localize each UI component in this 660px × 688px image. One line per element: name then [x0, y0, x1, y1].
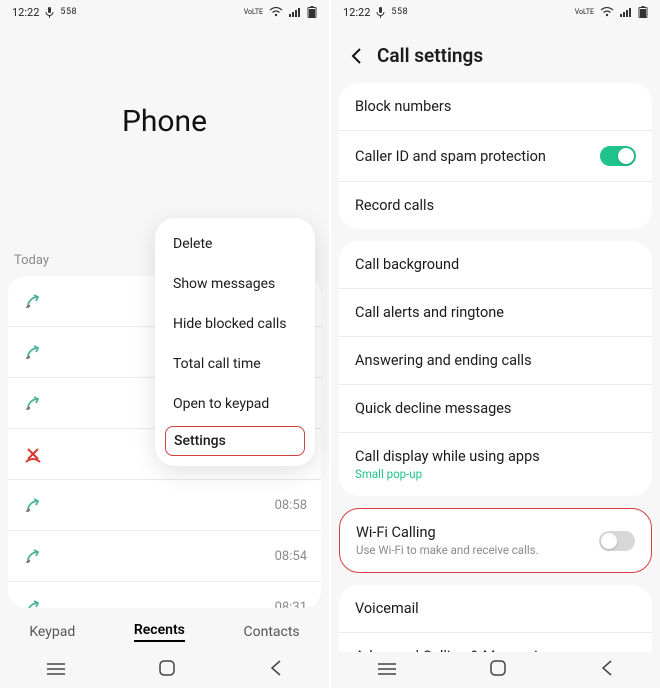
settings-row-label: Record calls	[355, 197, 434, 214]
overflow-menu: DeleteShow messagesHide blocked callsTot…	[155, 218, 315, 466]
menu-item-show-messages[interactable]: Show messages	[155, 264, 315, 304]
toggle-switch[interactable]	[599, 531, 635, 551]
outgoing-call-icon	[22, 290, 44, 312]
tab-keypad[interactable]: Keypad	[29, 624, 75, 640]
back-icon[interactable]	[345, 45, 367, 67]
status-bar: 12:22 558 VoLTE	[331, 0, 660, 24]
settings-row-label: Call alerts and ringtone	[355, 304, 504, 321]
settings-row-wi-fi-calling[interactable]: Wi-Fi Calling Use Wi-Fi to make and recei…	[340, 509, 651, 572]
call-row[interactable]: 08:54	[8, 531, 321, 582]
menu-item-hide-blocked-calls[interactable]: Hide blocked calls	[155, 304, 315, 344]
outgoing-call-icon	[22, 392, 44, 414]
nav-home-icon[interactable]	[490, 660, 506, 680]
phone-app-screen: 12:22 558 VoLTE Phone Today 09:07 08:58 …	[0, 0, 329, 688]
status-time: 12:22	[12, 6, 39, 19]
settings-row-sublabel: Small pop-up	[355, 467, 540, 481]
settings-row-call-display-while-using-apps[interactable]: Call display while using apps Small pop-u…	[339, 433, 652, 496]
settings-title: Call settings	[377, 44, 483, 67]
status-carrier: 558	[391, 7, 408, 17]
settings-row-label: Block numbers	[355, 98, 451, 115]
call-row[interactable]: 08:31	[8, 582, 321, 608]
signal-icon	[620, 7, 632, 17]
settings-group: Block numbers Caller ID and spam protecti…	[339, 83, 652, 229]
settings-row-quick-decline-messages[interactable]: Quick decline messages	[339, 385, 652, 433]
outgoing-call-icon	[22, 341, 44, 363]
outgoing-call-icon	[22, 494, 44, 516]
settings-row-label: Answering and ending calls	[355, 352, 532, 369]
settings-row-record-calls[interactable]: Record calls	[339, 182, 652, 229]
settings-group: Voicemail Advanced Calling & Messaging	[339, 585, 652, 652]
settings-header: Call settings	[331, 24, 660, 83]
tab-recents[interactable]: Recents	[134, 622, 185, 642]
call-time: 08:58	[275, 498, 307, 513]
settings-group: Wi-Fi Calling Use Wi-Fi to make and recei…	[339, 508, 652, 573]
mic-icon	[376, 7, 385, 18]
wifi-icon	[269, 7, 283, 17]
menu-item-total-call-time[interactable]: Total call time	[155, 344, 315, 384]
nav-home-icon[interactable]	[159, 660, 175, 680]
missed-call-icon	[22, 443, 44, 465]
settings-row-answering-and-ending-calls[interactable]: Answering and ending calls	[339, 337, 652, 385]
call-settings-screen: 12:22 558 VoLTE Call settings Block numb…	[331, 0, 660, 688]
volte-label: VoLTE	[575, 9, 594, 16]
android-nav-bar	[0, 652, 329, 688]
settings-row-label: Call display while using apps	[355, 448, 540, 465]
toggle-switch[interactable]	[600, 146, 636, 166]
settings-list[interactable]: Block numbers Caller ID and spam protecti…	[331, 83, 660, 652]
battery-icon	[638, 6, 648, 18]
volte-label: VoLTE	[244, 9, 263, 16]
menu-item-settings[interactable]: Settings	[165, 426, 305, 456]
signal-icon	[289, 7, 301, 17]
settings-group: Call background Call alerts and ringtone A…	[339, 241, 652, 496]
wifi-icon	[600, 7, 614, 17]
settings-row-sublabel: Use Wi-Fi to make and receive calls.	[356, 543, 539, 557]
settings-row-label: Wi-Fi Calling	[356, 524, 539, 541]
settings-row-label: Voicemail	[355, 600, 419, 617]
mic-icon	[45, 7, 54, 18]
outgoing-call-icon	[22, 545, 44, 567]
menu-item-open-to-keypad[interactable]: Open to keypad	[155, 384, 315, 424]
settings-row-block-numbers[interactable]: Block numbers	[339, 83, 652, 131]
settings-row-label: Quick decline messages	[355, 400, 511, 417]
battery-icon	[307, 6, 317, 18]
status-time: 12:22	[343, 6, 370, 19]
settings-row-call-alerts-and-ringtone[interactable]: Call alerts and ringtone	[339, 289, 652, 337]
settings-row-advanced-calling-messaging[interactable]: Advanced Calling & Messaging	[339, 633, 652, 652]
tab-contacts[interactable]: Contacts	[243, 624, 299, 640]
outgoing-call-icon	[22, 596, 44, 608]
call-row[interactable]: 08:58	[8, 480, 321, 531]
settings-row-call-background[interactable]: Call background	[339, 241, 652, 289]
call-time: 08:54	[275, 549, 307, 564]
settings-row-voicemail[interactable]: Voicemail	[339, 585, 652, 633]
settings-row-label: Caller ID and spam protection	[355, 148, 546, 165]
page-title: Phone	[0, 24, 329, 249]
nav-recents-icon[interactable]	[378, 661, 396, 680]
call-time: 08:31	[275, 600, 307, 609]
status-carrier: 558	[60, 7, 77, 17]
bottom-tabs: Keypad Recents Contacts	[0, 608, 329, 652]
menu-item-delete[interactable]: Delete	[155, 224, 315, 264]
nav-back-icon[interactable]	[601, 660, 613, 680]
settings-row-caller-id-and-spam-protection[interactable]: Caller ID and spam protection	[339, 131, 652, 182]
nav-recents-icon[interactable]	[47, 661, 65, 680]
settings-row-label: Call background	[355, 256, 459, 273]
android-nav-bar	[331, 652, 660, 688]
nav-back-icon[interactable]	[270, 660, 282, 680]
status-bar: 12:22 558 VoLTE	[0, 0, 329, 24]
